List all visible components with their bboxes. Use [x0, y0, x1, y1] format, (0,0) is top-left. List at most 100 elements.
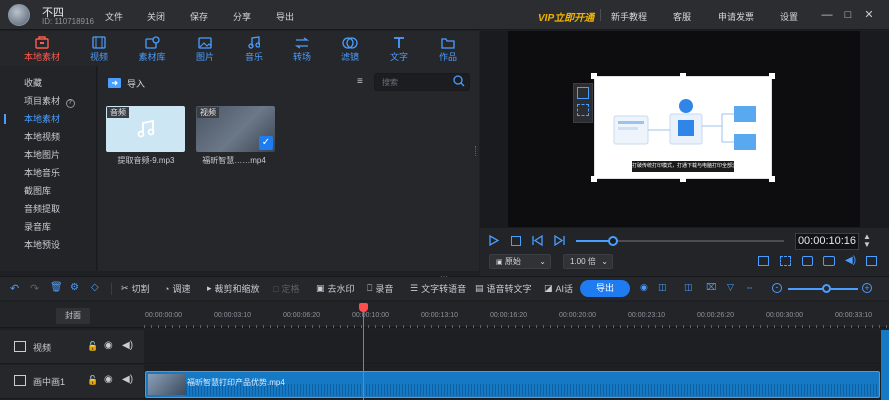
speed-select[interactable]: 1.00 倍 ⌄ [563, 254, 613, 269]
close-icon[interactable]: ✕ [862, 8, 876, 22]
redo-icon[interactable]: ↷ [30, 282, 39, 295]
check-icon[interactable]: ✓ [259, 136, 273, 150]
minimize-icon[interactable]: — [820, 8, 834, 22]
tab-filter[interactable]: 滤镜 [328, 31, 372, 66]
resize-handle[interactable] [591, 73, 597, 79]
columns-icon[interactable]: ◫ [684, 282, 693, 293]
track-video[interactable] [144, 330, 889, 364]
playhead[interactable] [363, 303, 364, 400]
selection-frame[interactable] [594, 76, 772, 179]
record-button[interactable]: ⎕ 录音 [367, 282, 393, 295]
help-icon[interactable]: ? [65, 99, 75, 108]
menu-share[interactable]: 分享 [233, 10, 251, 23]
fill-icon[interactable] [577, 104, 589, 116]
sort-icon[interactable]: ≡ [357, 76, 363, 87]
ratio-select[interactable]: ▣ 原始 ⌄ [489, 254, 551, 269]
menu-export[interactable]: 导出 [276, 10, 294, 23]
zoom-in-icon[interactable]: + [862, 283, 872, 293]
snapshot-icon[interactable] [823, 256, 835, 266]
playhead-handle[interactable] [359, 303, 368, 312]
speaker-icon[interactable]: ◀) [122, 374, 133, 385]
split-view-icon[interactable]: ◫ [658, 282, 667, 293]
expand-icon[interactable] [866, 256, 877, 266]
menu-settings[interactable]: 设置 [780, 10, 798, 23]
stt-button[interactable]: ▤ 语音转文字 [475, 282, 532, 295]
cut-button[interactable]: ✂ 切割 [121, 282, 150, 295]
marker-icon[interactable]: ◇ [91, 282, 99, 293]
panel-splitter[interactable] [475, 146, 477, 156]
undo-icon[interactable]: ↶ [10, 282, 19, 295]
next-frame-icon[interactable] [554, 235, 565, 246]
zoom-knob[interactable] [822, 284, 831, 293]
sidebar-item-audio-extract[interactable]: 音频提取 [0, 200, 97, 218]
sidebar-item-project[interactable]: 项目素材 ? [0, 92, 97, 110]
sidebar-item-presets[interactable]: 本地预设 [0, 236, 97, 254]
fit-width-icon[interactable]: ⇔ [745, 282, 754, 292]
delete-icon[interactable]: 🗑 [50, 282, 63, 293]
tab-library[interactable]: 素材库 [130, 31, 174, 66]
stop-icon[interactable] [511, 236, 521, 246]
watermark-button[interactable]: ▣ 去水印 [316, 282, 355, 295]
resize-handle[interactable] [769, 176, 775, 182]
menu-invoice[interactable]: 申请发票 [718, 10, 754, 23]
sidebar-item-local-video[interactable]: 本地视频 [0, 128, 97, 146]
sidebar-item-favorites[interactable]: 收藏 [0, 74, 97, 92]
zoom-out-icon[interactable]: - [772, 283, 782, 293]
tab-local-assets[interactable]: 本地素材 [20, 31, 64, 66]
vip-link[interactable]: VIP立即开通 [538, 9, 594, 24]
tab-transition[interactable]: 转场 [280, 31, 324, 66]
fit-icon[interactable] [577, 87, 589, 99]
resize-handle[interactable] [769, 73, 775, 79]
tab-video[interactable]: 视频 [77, 31, 121, 66]
sidebar-item-recordings[interactable]: 录音库 [0, 218, 97, 236]
menu-save[interactable]: 保存 [190, 10, 208, 23]
prev-frame-icon[interactable] [532, 235, 543, 246]
menu-close[interactable]: 关闭 [147, 10, 165, 23]
close-box-icon[interactable]: ⌧ [706, 282, 716, 293]
resize-handle[interactable] [680, 176, 686, 182]
media-item-audio[interactable]: 音频 [106, 106, 185, 152]
maximize-icon[interactable]: □ [841, 8, 855, 22]
tts-button[interactable]: ☰ 文字转语音 [410, 282, 466, 295]
menu-file[interactable]: 文件 [105, 10, 123, 23]
fit-timeline-icon[interactable]: ◉ [640, 282, 648, 293]
lock-icon[interactable]: 🔓 [87, 341, 98, 352]
resize-handle[interactable] [591, 176, 597, 182]
timecode[interactable]: 00:00:10:16 [795, 233, 859, 250]
tab-works[interactable]: 作品 [426, 31, 470, 66]
avatar[interactable] [8, 4, 30, 26]
search-icon[interactable] [453, 75, 465, 87]
resize-handle[interactable] [680, 73, 686, 79]
speaker-icon[interactable]: ◀) [122, 340, 133, 351]
timecode-stepper[interactable]: ▲ ▼ [863, 233, 871, 249]
freeze-button[interactable]: □ 定格 [273, 282, 299, 295]
tab-text[interactable]: 文字 [377, 31, 421, 66]
settings-icon[interactable]: ⚙ [70, 282, 79, 293]
sidebar-item-local-music[interactable]: 本地音乐 [0, 164, 97, 182]
media-item-video[interactable]: 视频 ✓ [196, 106, 275, 152]
lock-icon[interactable]: 🔓 [87, 375, 98, 386]
sidebar-item-local-image[interactable]: 本地图片 [0, 146, 97, 164]
timeline-scrollbar[interactable] [881, 330, 889, 400]
sidebar-item-local[interactable]: 本地素材 [0, 110, 97, 128]
speed-button[interactable]: ◔ 调速 [164, 282, 190, 295]
export-button[interactable]: 导出 [580, 280, 630, 297]
menu-tutorial[interactable]: 新手教程 [611, 10, 647, 23]
fullscreen-icon[interactable] [780, 256, 791, 266]
crop-button[interactable]: ▸ 裁剪和缩放 [207, 282, 260, 295]
layout-icon[interactable] [758, 256, 769, 266]
subtitle-icon[interactable] [802, 256, 813, 266]
splitter-handle[interactable]: ⋯ [440, 272, 448, 281]
import-button[interactable]: 导入 [108, 76, 168, 90]
tab-image[interactable]: 图片 [183, 31, 227, 66]
eye-icon[interactable]: ◉ [104, 374, 113, 385]
play-icon[interactable] [489, 235, 499, 246]
progress-knob[interactable] [608, 236, 618, 246]
ai-button[interactable]: ◪ AI话 [544, 282, 573, 295]
volume-icon[interactable]: ◀) [845, 255, 856, 266]
sidebar-item-screenshot[interactable]: 截图库 [0, 182, 97, 200]
shield-icon[interactable]: ▽ [727, 282, 734, 293]
eye-icon[interactable]: ◉ [104, 340, 113, 351]
menu-service[interactable]: 客服 [673, 10, 691, 23]
tab-music[interactable]: 音乐 [232, 31, 276, 66]
